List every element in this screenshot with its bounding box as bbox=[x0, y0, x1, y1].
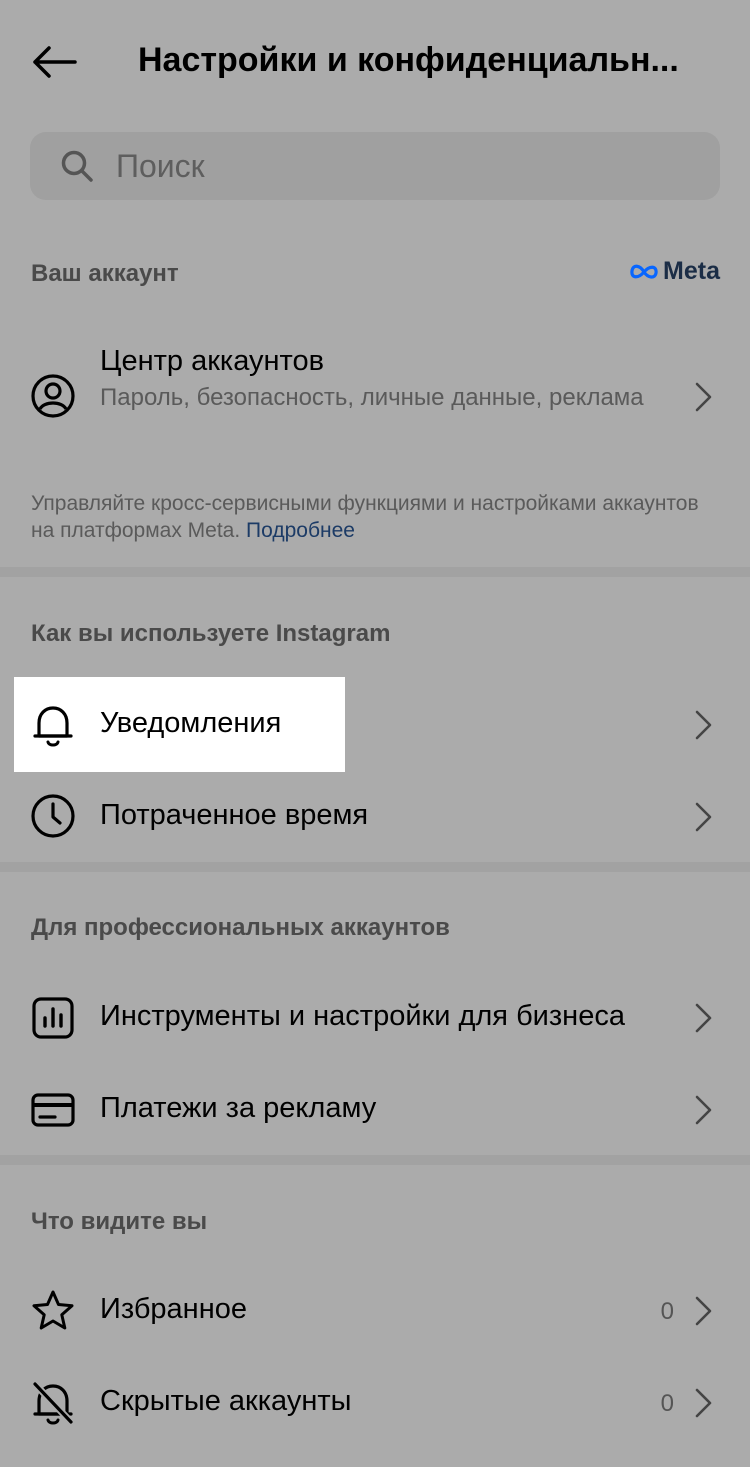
muted-bell-icon bbox=[30, 1380, 76, 1426]
star-icon bbox=[30, 1288, 76, 1334]
notifications-label: Уведомления bbox=[100, 707, 282, 739]
card-icon bbox=[30, 1087, 76, 1133]
accounts-center-note: Управляйте кросс-сервисными функциями и … bbox=[31, 490, 721, 544]
business-tools-label: Инструменты и настройки для бизнеса bbox=[100, 1000, 625, 1032]
ad-payments-label: Платежи за рекламу bbox=[100, 1092, 377, 1124]
account-circle-icon bbox=[30, 373, 76, 419]
back-button[interactable] bbox=[28, 36, 80, 88]
meta-logo: Meta bbox=[629, 257, 720, 286]
section-heading-account: Ваш аккаунт bbox=[31, 260, 179, 287]
chevron-right-icon bbox=[695, 1095, 712, 1125]
section-divider bbox=[0, 862, 750, 872]
ad-payments-item[interactable]: Платежи за рекламу bbox=[0, 1064, 750, 1156]
meta-brand-text: Meta bbox=[663, 257, 720, 285]
chevron-right-icon bbox=[695, 382, 712, 412]
muted-accounts-label: Скрытые аккаунты bbox=[100, 1385, 352, 1417]
search-icon bbox=[61, 150, 93, 182]
chevron-right-icon bbox=[695, 1296, 712, 1326]
muted-accounts-item[interactable]: Скрытые аккаунты 0 bbox=[0, 1357, 750, 1449]
muted-accounts-count: 0 bbox=[660, 1390, 674, 1417]
notifications-item[interactable]: Уведомления bbox=[0, 679, 750, 771]
time-spent-label: Потраченное время bbox=[100, 799, 369, 831]
page-title: Настройки и конфиденциальн... bbox=[138, 41, 679, 79]
section-heading-see: Что видите вы bbox=[31, 1208, 208, 1235]
section-divider bbox=[0, 1155, 750, 1165]
business-tools-item[interactable]: Инструменты и настройки для бизнеса bbox=[0, 972, 750, 1064]
chevron-right-icon bbox=[695, 1388, 712, 1418]
back-arrow-icon bbox=[33, 46, 77, 78]
section-divider bbox=[0, 567, 750, 577]
bell-icon bbox=[30, 702, 76, 748]
accounts-center-title: Центр аккаунтов bbox=[100, 345, 325, 377]
favorites-item[interactable]: Избранное 0 bbox=[0, 1265, 750, 1357]
search-input[interactable] bbox=[114, 146, 678, 186]
learn-more-link[interactable]: Подробнее bbox=[246, 519, 355, 542]
favorites-count: 0 bbox=[660, 1298, 674, 1325]
note-text: Управляйте кросс-сервисными функциями и … bbox=[31, 492, 699, 542]
meta-infinity-icon bbox=[630, 264, 658, 279]
section-heading-usage: Как вы используете Instagram bbox=[31, 620, 391, 647]
chart-icon bbox=[30, 995, 76, 1041]
top-bar: Настройки и конфиденциальн... bbox=[0, 0, 750, 120]
chevron-right-icon bbox=[695, 802, 712, 832]
clock-icon bbox=[30, 793, 76, 839]
search-bar[interactable] bbox=[30, 132, 720, 200]
favorites-label: Избранное bbox=[100, 1293, 247, 1325]
time-spent-item[interactable]: Потраченное время bbox=[0, 771, 750, 863]
chevron-right-icon bbox=[695, 1003, 712, 1033]
accounts-center-subtitle: Пароль, безопасность, личные данные, рек… bbox=[100, 384, 644, 411]
chevron-right-icon bbox=[695, 710, 712, 740]
section-heading-pro: Для профессиональных аккаунтов bbox=[31, 914, 450, 941]
